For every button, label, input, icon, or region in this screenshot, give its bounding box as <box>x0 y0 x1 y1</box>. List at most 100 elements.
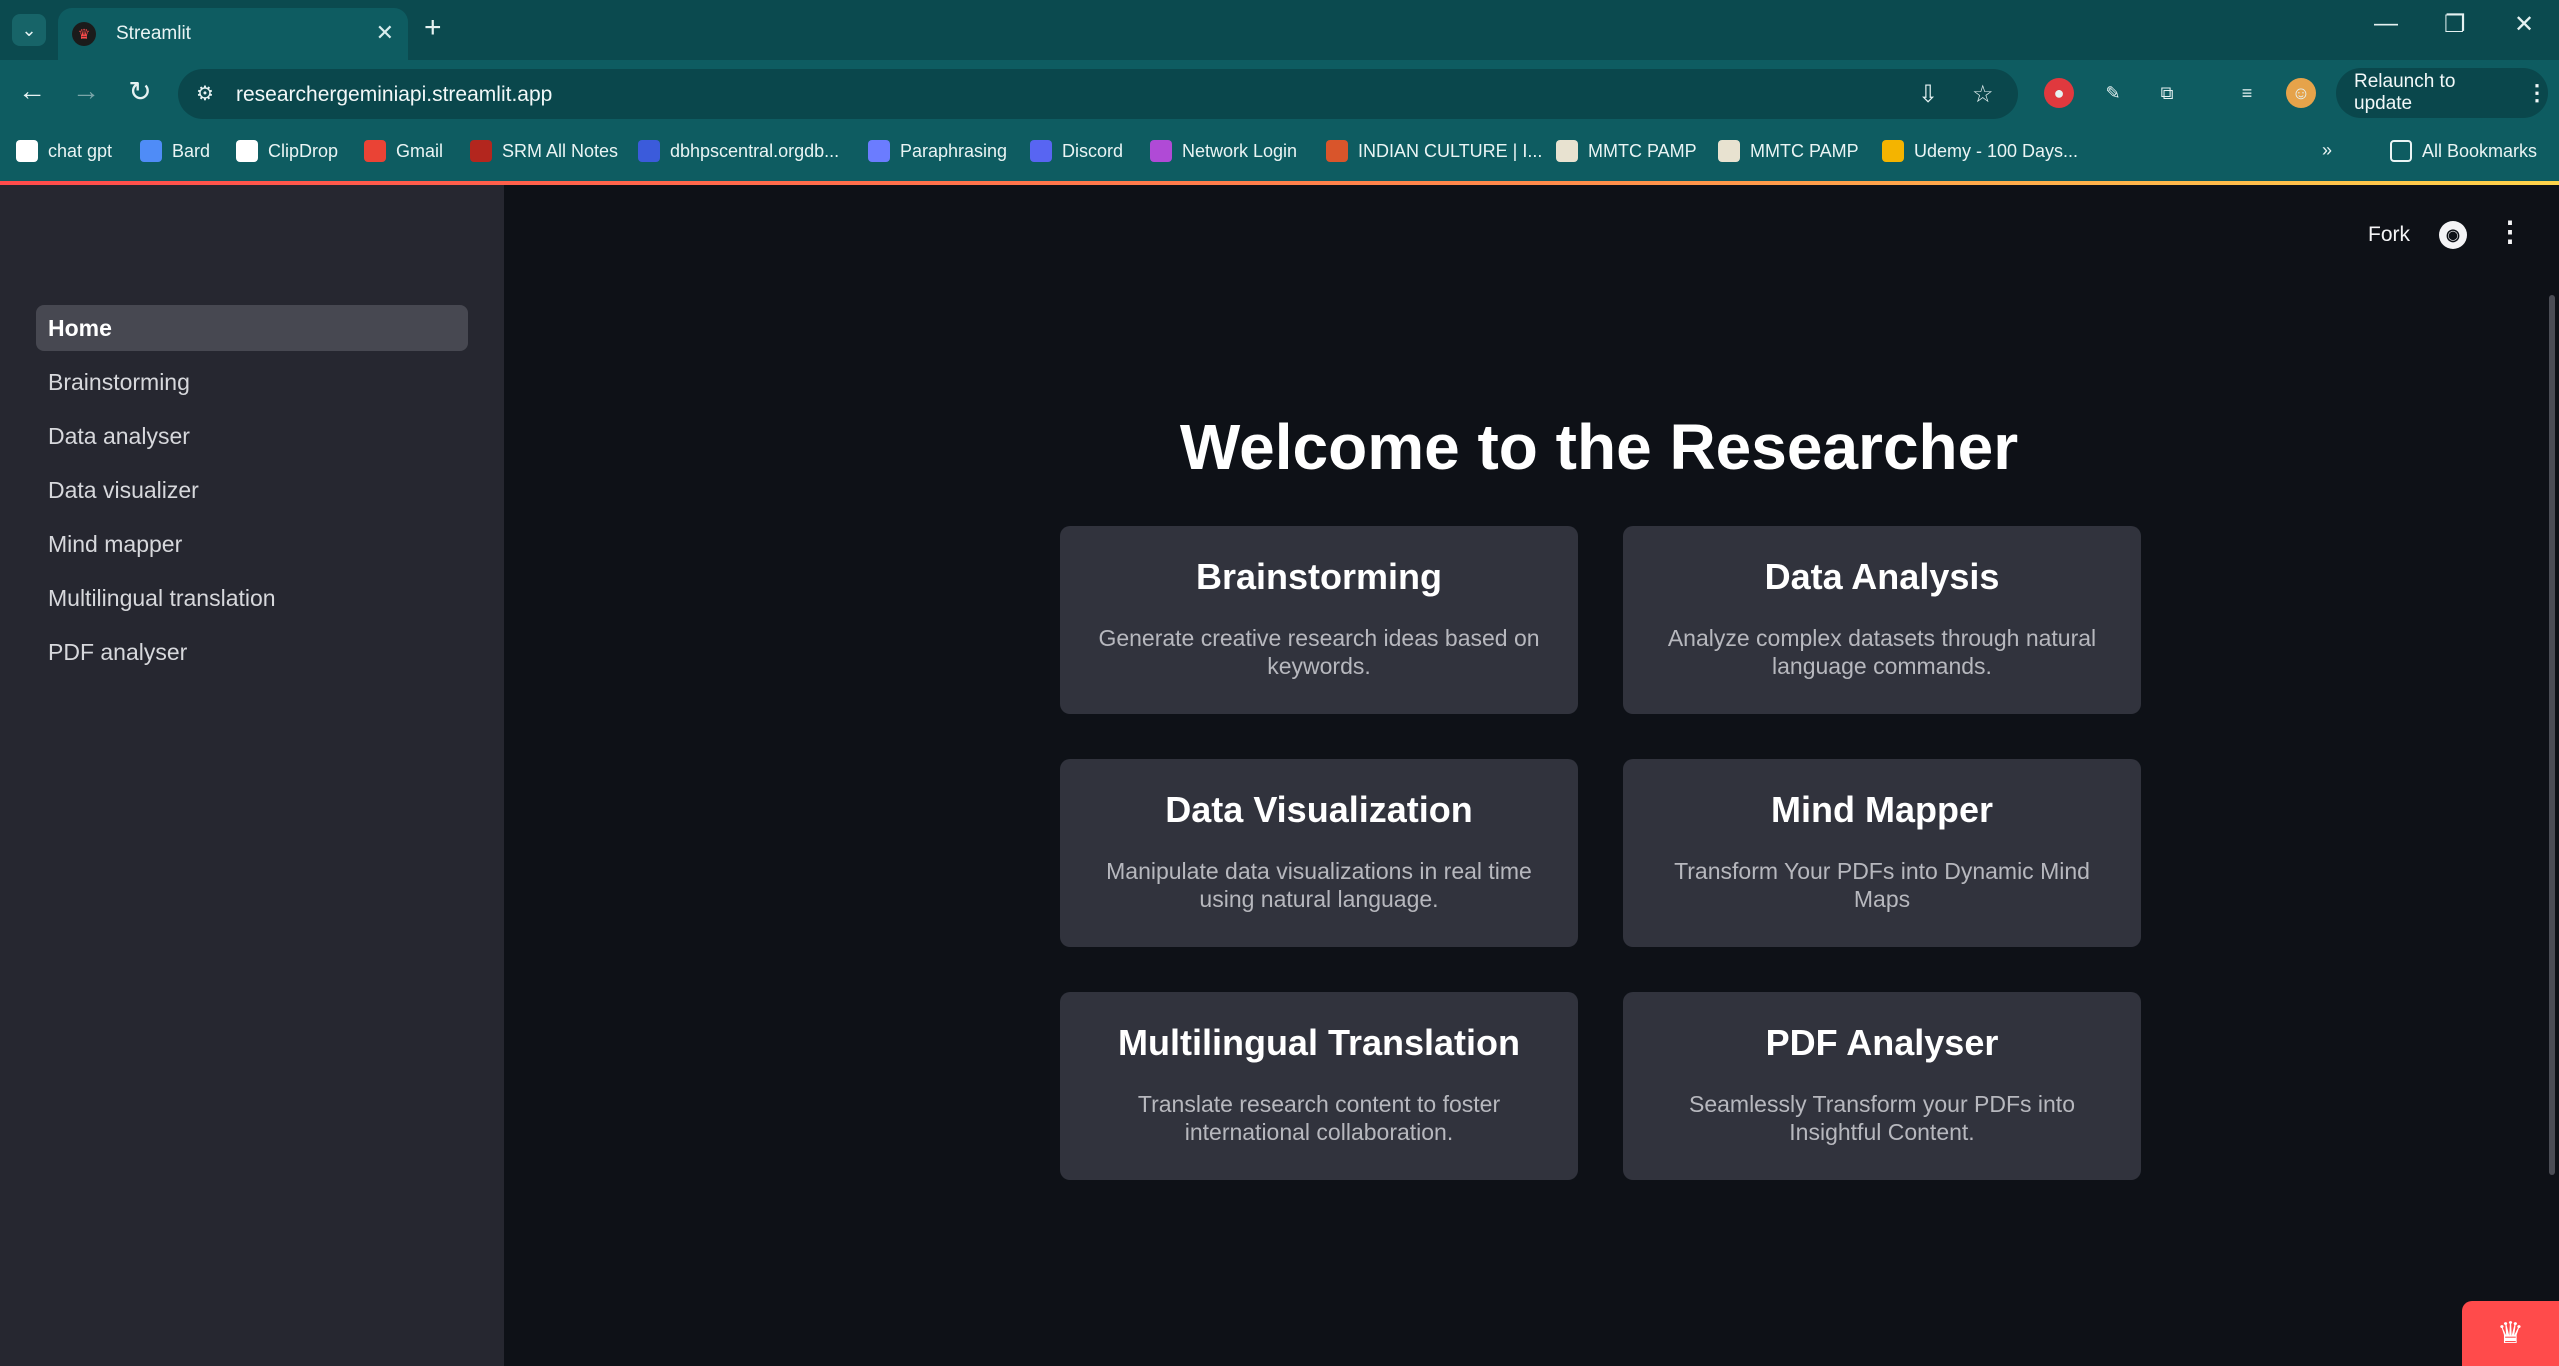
feature-card: Brainstorming Generate creative research … <box>1060 526 1578 714</box>
bookmark-item[interactable]: ClipDrop <box>236 140 338 162</box>
bookmark-item[interactable]: Udemy - 100 Days... <box>1882 140 2078 162</box>
more-bookmarks-icon[interactable]: » <box>2322 140 2332 161</box>
sidebar-item-multilingual-translation[interactable]: Multilingual translation <box>36 575 468 621</box>
bookmark-item[interactable]: MMTC PAMP <box>1718 140 1859 162</box>
card-title: Brainstorming <box>1195 556 1443 597</box>
card-title: Data Analysis <box>1764 556 2000 597</box>
sidebar-item-home[interactable]: Home <box>36 305 468 351</box>
gmail-icon <box>364 140 386 162</box>
bookmark-label: MMTC PAMP <box>1750 140 1859 161</box>
site-info-icon[interactable]: ⚙ <box>192 81 218 107</box>
bookmark-label: MMTC PAMP <box>1588 140 1697 161</box>
card-title: Mind Mapper <box>1771 789 1993 830</box>
card-description: Manipulate data visualizations in real t… <box>1106 858 1532 912</box>
card-description: Seamlessly Transform your PDFs into Insi… <box>1688 1091 2075 1145</box>
bookmark-item[interactable]: Bard <box>140 140 210 162</box>
srm-icon <box>470 140 492 162</box>
minimize-icon[interactable]: — <box>2374 10 2398 38</box>
sidebar-item-mind-mapper[interactable]: Mind mapper <box>36 521 468 567</box>
install-app-icon[interactable]: ⇩ <box>1918 80 1938 109</box>
glasses-icon <box>868 140 890 162</box>
bookmark-item[interactable]: INDIAN CULTURE | I... <box>1326 140 1542 162</box>
bookmark-item[interactable]: MMTC PAMP <box>1556 140 1697 162</box>
feature-card: Data Visualization Manipulate data visual… <box>1060 759 1578 947</box>
card-description: Translate research content to foster int… <box>1137 1091 1501 1145</box>
folder-icon <box>2390 140 2412 162</box>
feature-card: Multilingual Translation Translate resear… <box>1060 992 1578 1180</box>
all-bookmarks[interactable]: All Bookmarks <box>2390 140 2537 162</box>
eyedropper-icon[interactable]: ✎ <box>2098 78 2128 108</box>
bookmark-label: Bard <box>172 140 211 161</box>
bookmark-item[interactable]: SRM All Notes <box>470 140 618 162</box>
openai-icon <box>16 140 38 162</box>
umbrella-icon <box>1150 140 1172 162</box>
card-description: Analyze complex datasets through natural… <box>1667 625 2097 679</box>
tab-title: Streamlit <box>116 23 191 44</box>
mmtc-icon <box>1718 140 1740 162</box>
card-description: Transform Your PDFs into Dynamic Mind Ma… <box>1674 858 2090 912</box>
bookmark-label: ClipDrop <box>268 140 339 161</box>
clipdrop-icon <box>236 140 258 162</box>
restore-icon[interactable]: ❐ <box>2444 10 2466 39</box>
page-title: Welcome to the Researcher <box>1179 411 2019 483</box>
sparkle-icon <box>140 140 162 162</box>
bookmark-label: dbhpscentral.orgdb... <box>670 140 840 161</box>
feature-card: Data Analysis Analyze complex datasets th… <box>1623 526 2141 714</box>
url-text[interactable]: researchergeminiapi.streamlit.app <box>236 83 552 107</box>
mmtc-icon <box>1556 140 1578 162</box>
forward-arrow-icon[interactable]: → <box>66 75 106 107</box>
bookmark-label: chat gpt <box>48 140 113 161</box>
all-bookmarks-label: All Bookmarks <box>2422 140 2538 161</box>
card-title: Multilingual Translation <box>1117 1022 1520 1063</box>
streamlit-logo-icon[interactable]: ♛ <box>2462 1301 2559 1366</box>
card-title: PDF Analyser <box>1765 1022 1999 1063</box>
tab-search-chevron-icon[interactable]: ⌄ <box>12 14 46 46</box>
bookmark-label: Discord <box>1062 140 1124 161</box>
bookmark-item[interactable]: Discord <box>1030 140 1123 162</box>
streamlit-favicon-icon: ♛ <box>72 22 96 46</box>
main-menu-icon[interactable]: ⋮ <box>2496 215 2524 248</box>
bookmark-item[interactable]: Paraphrasing <box>868 140 1007 162</box>
sidebar-item-brainstorming[interactable]: Brainstorming <box>36 359 468 405</box>
relaunch-button[interactable]: Relaunch to update ⋮ <box>2336 68 2548 118</box>
extensions-puzzle-icon[interactable]: ⧉ <box>2152 78 2182 108</box>
card-description: Generate creative research ideas based o… <box>1098 625 1540 679</box>
extension-red-icon[interactable]: ● <box>2044 78 2074 108</box>
feature-card: PDF Analyser Seamlessly Transform your PD… <box>1623 992 2141 1180</box>
bookmark-star-icon[interactable]: ☆ <box>1972 80 1994 109</box>
bookmark-label: Gmail <box>396 140 444 161</box>
discord-icon <box>1030 140 1052 162</box>
github-icon[interactable]: ◉ <box>2439 221 2467 249</box>
bookmark-item[interactable]: dbhpscentral.orgdb... <box>638 140 839 162</box>
relaunch-label: Relaunch to update <box>2354 71 2456 114</box>
sidebar-item-data-visualizer[interactable]: Data visualizer <box>36 467 468 513</box>
profile-avatar-icon[interactable]: ☺ <box>2286 78 2316 108</box>
address-bar[interactable]: ⚙ researchergeminiapi.streamlit.app ⇩ ☆ <box>178 69 2018 119</box>
browser-tab[interactable]: ♛ Streamlit ✕ <box>58 8 408 60</box>
drive-icon <box>1882 140 1904 162</box>
bookmark-label: INDIAN CULTURE | I... <box>1358 140 1543 161</box>
fork-link[interactable]: Fork <box>2368 223 2410 247</box>
main-content: Fork ◉ ⋮ Welcome to the Researcher ♛ Bra… <box>504 185 2559 1366</box>
media-queue-icon[interactable]: ≡ <box>2232 78 2262 108</box>
card-title: Data Visualization <box>1165 789 1473 830</box>
bookmarks-bar: » All Bookmarks chat gpt Bard ClipDrop Gmai… <box>0 128 2559 182</box>
grid-icon <box>638 140 660 162</box>
bookmark-item[interactable]: chat gpt <box>16 140 112 162</box>
sidebar-item-data-analyser[interactable]: Data analyser <box>36 413 468 459</box>
reload-icon[interactable]: ↻ <box>120 75 160 108</box>
sidebar-item-pdf-analyser[interactable]: PDF analyser <box>36 629 468 675</box>
feature-card: Mind Mapper Transform Your PDFs into Dyna… <box>1623 759 2141 947</box>
sidebar: Home Brainstorming Data analyser Data visua… <box>0 185 504 1366</box>
bookmark-label: Paraphrasing <box>900 140 1008 161</box>
bookmark-item[interactable]: Gmail <box>364 140 443 162</box>
culture-icon <box>1326 140 1348 162</box>
bookmark-label: SRM All Notes <box>502 140 619 161</box>
bookmark-item[interactable]: Network Login <box>1150 140 1297 162</box>
bookmark-label: Udemy - 100 Days... <box>1914 140 2079 161</box>
new-tab-plus-icon[interactable]: + <box>424 12 442 44</box>
bookmark-label: Network Login <box>1182 140 1298 161</box>
back-arrow-icon[interactable]: ← <box>12 75 52 107</box>
tab-close-icon[interactable]: ✕ <box>376 20 394 46</box>
window-close-icon[interactable]: ✕ <box>2514 10 2534 39</box>
